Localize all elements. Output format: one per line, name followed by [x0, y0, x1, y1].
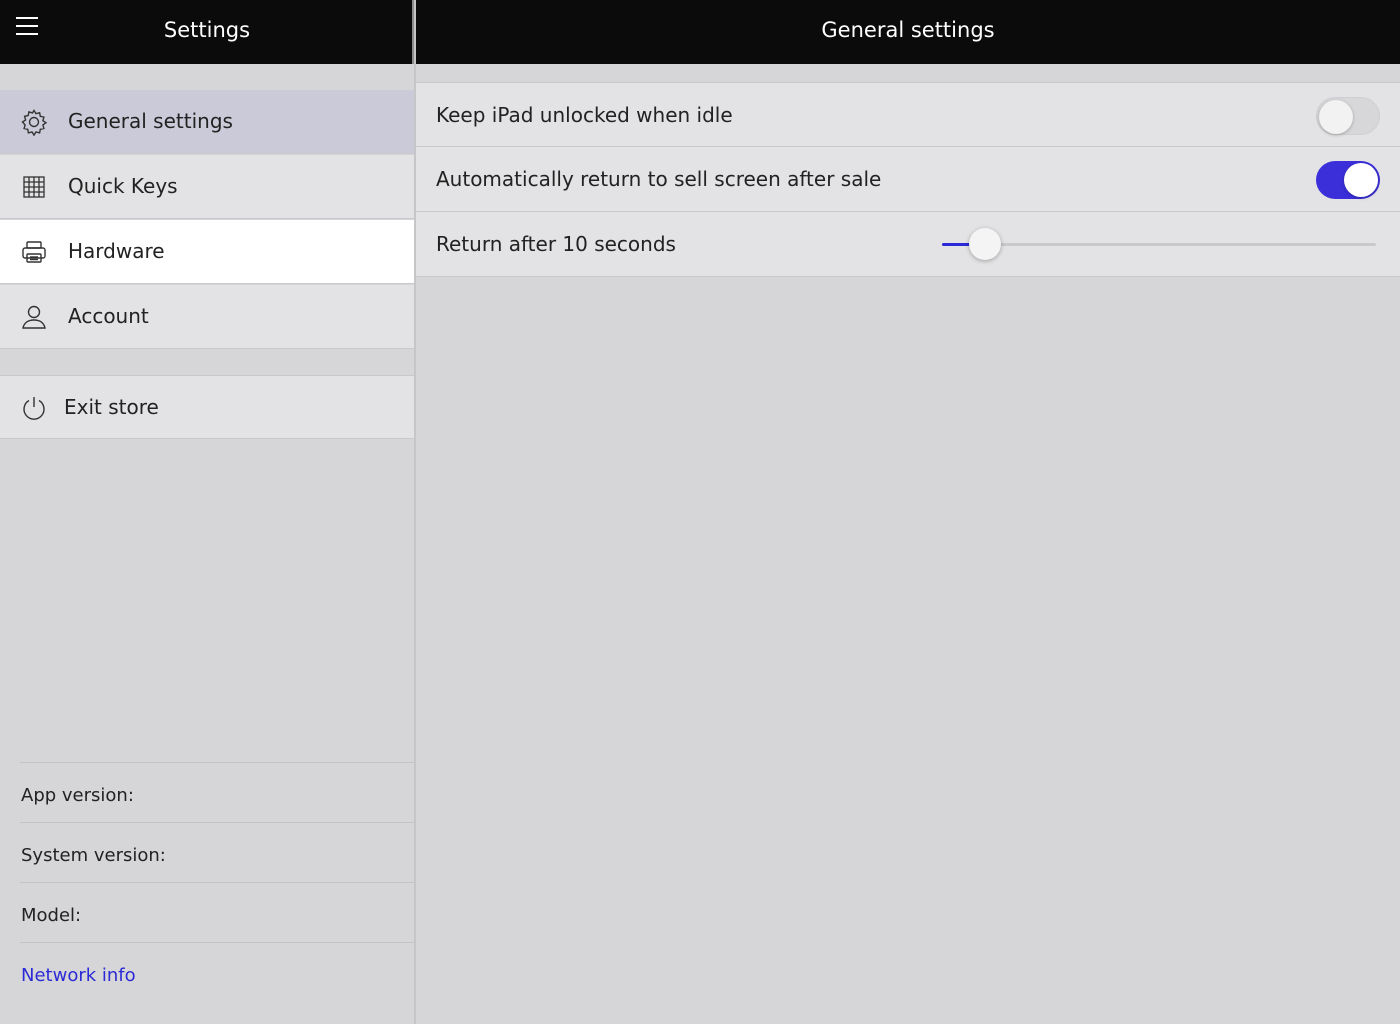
return-after-row: Return after 10 seconds [416, 212, 1400, 277]
return-after-label: Return after 10 seconds [436, 232, 676, 256]
sidebar-title: Settings [163, 18, 251, 42]
sidebar-item-label: Hardware [68, 239, 165, 263]
auto-return-row: Automatically return to sell screen afte… [416, 147, 1400, 212]
sidebar-item-hardware[interactable]: Hardware [0, 220, 414, 284]
printer-icon [20, 238, 48, 266]
sidebar-item-general-settings[interactable]: General settings [0, 90, 414, 154]
sidebar-item-label: Exit store [64, 395, 159, 419]
main-header: General settings [416, 0, 1400, 64]
app-version-label: App version: [21, 785, 134, 806]
sidebar-item-quick-keys[interactable]: Quick Keys [0, 155, 414, 219]
power-icon [20, 394, 48, 422]
system-version-row: System version: [20, 822, 414, 882]
system-version-label: System version: [21, 845, 166, 866]
toggle-knob [1344, 163, 1378, 197]
sidebar-item-label: General settings [68, 109, 233, 133]
gear-icon [20, 108, 48, 137]
keep-unlocked-toggle[interactable] [1316, 97, 1380, 135]
grid-icon [20, 173, 48, 201]
app-version-row: App version: [20, 762, 414, 822]
sidebar-item-account[interactable]: Account [0, 285, 414, 349]
return-after-slider[interactable] [942, 228, 1376, 260]
sidebar-item-label: Account [68, 304, 149, 328]
slider-thumb[interactable] [969, 228, 1001, 260]
page-title: General settings [821, 18, 995, 42]
sidebar-item-exit-store[interactable]: Exit store [0, 375, 414, 439]
network-info-link[interactable]: Network info [21, 965, 136, 986]
auto-return-toggle[interactable] [1316, 161, 1380, 199]
keep-unlocked-label: Keep iPad unlocked when idle [436, 103, 733, 127]
sidebar-item-label: Quick Keys [68, 174, 178, 198]
sidebar: Settings General settings Quick Keys Har… [0, 0, 416, 1024]
network-info-row[interactable]: Network info [20, 942, 414, 1002]
sidebar-header: Settings [0, 0, 414, 64]
keep-unlocked-row: Keep iPad unlocked when idle [416, 82, 1400, 147]
toggle-knob [1319, 100, 1353, 134]
model-row: Model: [20, 882, 414, 942]
auto-return-label: Automatically return to sell screen afte… [436, 167, 882, 191]
model-label: Model: [21, 905, 82, 926]
person-icon [20, 303, 48, 331]
